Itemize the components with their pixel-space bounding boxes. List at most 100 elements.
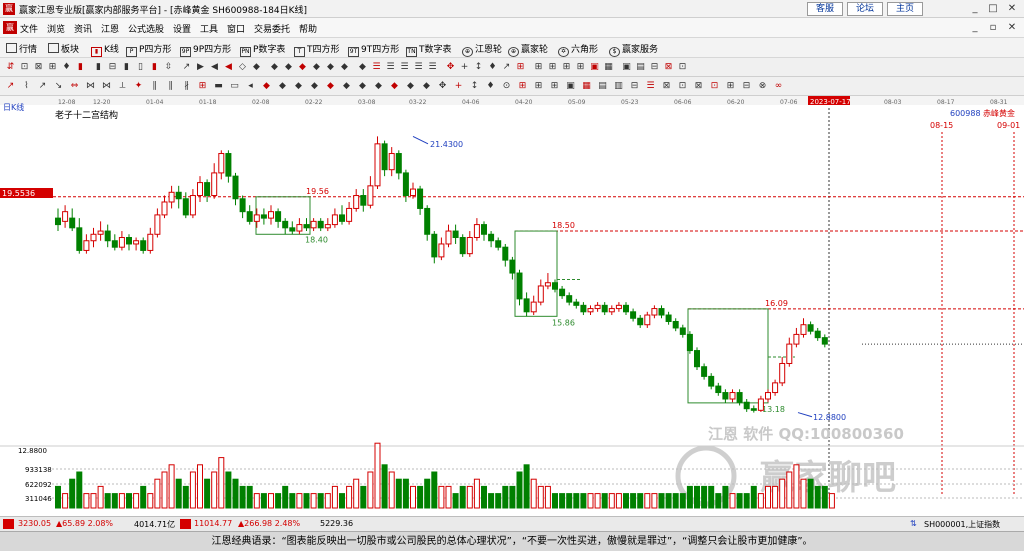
drawing-tool-icon[interactable]: ◆ xyxy=(372,80,385,93)
drawing-tool-icon[interactable]: ◆ xyxy=(356,80,369,93)
toolbar-tool-icon[interactable]: ⊠ xyxy=(662,61,675,74)
toolbar-tool-icon[interactable]: ▣ xyxy=(588,61,601,74)
drawing-tool-icon[interactable]: ⊞ xyxy=(516,80,529,93)
toolbar-tool-icon[interactable]: ◆ xyxy=(282,61,295,74)
nav-p-number-table[interactable]: PN P数字表 xyxy=(240,42,285,57)
menu-news[interactable]: 资讯 xyxy=(74,22,92,35)
toolbar-tool-icon[interactable]: ◆ xyxy=(324,61,337,74)
drawing-tool-icon[interactable]: ⇔ xyxy=(68,80,81,93)
menu-gann[interactable]: 江恩 xyxy=(101,22,119,35)
drawing-tool-icon[interactable]: ✦ xyxy=(132,80,145,93)
menu-trade[interactable]: 交易委托 xyxy=(254,22,290,35)
kline-chart-svg[interactable]: 12-08 12-20 01-04 01-18 02-08 02-22 03-08 03-22… xyxy=(0,96,1024,516)
toolbar-tool-icon[interactable]: ☰ xyxy=(412,61,425,74)
toolbar-tool-icon[interactable]: ◆ xyxy=(250,61,263,74)
toolbar-tool-icon[interactable]: ↗ xyxy=(180,61,193,74)
toolbar-tool-icon[interactable]: ◆ xyxy=(268,61,281,74)
menu-help[interactable]: 帮助 xyxy=(299,22,317,35)
drawing-tool-icon[interactable]: ↗ xyxy=(36,80,49,93)
drawing-tool-icon[interactable]: ⊞ xyxy=(724,80,737,93)
toolbar-tool-icon[interactable]: ⊞ xyxy=(546,61,559,74)
drawing-tool-icon[interactable]: ⊡ xyxy=(708,80,721,93)
drawing-tool-icon[interactable]: ⊟ xyxy=(628,80,641,93)
toolbar-tool-icon[interactable]: ▦ xyxy=(602,61,615,74)
toolbar-tool-icon[interactable]: ⊟ xyxy=(106,61,119,74)
toolbar-tool-icon[interactable]: ⊟ xyxy=(648,61,661,74)
child-minimize-icon[interactable]: _ xyxy=(966,21,984,35)
nav-kline[interactable]: ▮ K线 xyxy=(91,42,119,57)
child-close-icon[interactable]: ✕ xyxy=(1003,21,1021,35)
drawing-tool-icon[interactable]: ∞ xyxy=(772,80,785,93)
maximize-icon[interactable]: □ xyxy=(984,2,1002,16)
nav-t-square[interactable]: T T四方形 xyxy=(294,42,340,57)
toolbar-tool-icon[interactable]: ⇵ xyxy=(4,61,17,74)
toolbar-tool-icon[interactable]: ▶ xyxy=(194,61,207,74)
nav-gann-wheel[interactable]: ⊕ 江恩轮 xyxy=(462,42,502,57)
drawing-tool-icon[interactable]: ↘ xyxy=(52,80,65,93)
drawing-tool-icon[interactable]: ⊟ xyxy=(740,80,753,93)
child-restore-icon[interactable]: ▫ xyxy=(984,21,1002,35)
drawing-tool-icon[interactable]: ⊠ xyxy=(660,80,673,93)
drawing-tool-icon[interactable]: ▬ xyxy=(212,80,225,93)
menu-browse[interactable]: 浏览 xyxy=(47,22,65,35)
toolbar-tool-icon[interactable]: ☰ xyxy=(370,61,383,74)
toolbar-tool-icon[interactable]: ▣ xyxy=(620,61,633,74)
nav-sectors[interactable]: 板块 xyxy=(48,42,79,55)
nav-p-square[interactable]: P P四方形 xyxy=(126,42,171,57)
toolbar-tool-icon[interactable]: ↗ xyxy=(500,61,513,74)
drawing-tool-icon[interactable]: ⊡ xyxy=(676,80,689,93)
nav-t-number-table[interactable]: TN T数字表 xyxy=(406,42,452,57)
toolbar-tool-icon[interactable]: ▮ xyxy=(74,61,87,74)
drawing-tool-icon[interactable]: ⊞ xyxy=(548,80,561,93)
toolbar-tool-icon[interactable]: ⊡ xyxy=(18,61,31,74)
forum-button[interactable]: 论坛 xyxy=(847,2,883,16)
menu-tools[interactable]: 工具 xyxy=(200,22,218,35)
toolbar-tool-icon[interactable]: ⇳ xyxy=(162,61,175,74)
app-menu-icon[interactable]: 赢 xyxy=(3,21,17,34)
toolbar-tool-icon[interactable]: ◀ xyxy=(222,61,235,74)
index-scroll-icon[interactable]: ⇅ xyxy=(910,519,917,528)
toolbar-tool-icon[interactable]: ▤ xyxy=(634,61,647,74)
drawing-tool-icon[interactable]: ◆ xyxy=(308,80,321,93)
drawing-tool-icon[interactable]: ▤ xyxy=(596,80,609,93)
drawing-tool-icon[interactable]: ⊗ xyxy=(756,80,769,93)
toolbar-tool-icon[interactable]: ☰ xyxy=(426,61,439,74)
menu-settings[interactable]: 设置 xyxy=(173,22,191,35)
nav-9p-square[interactable]: 9P 9P四方形 xyxy=(180,42,231,57)
menu-file[interactable]: 文件 xyxy=(20,22,38,35)
toolbar-tool-icon[interactable]: ◆ xyxy=(310,61,323,74)
drawing-tool-icon[interactable]: ⟂ xyxy=(116,80,129,93)
drawing-tool-icon[interactable]: ◆ xyxy=(404,80,417,93)
toolbar-tool-icon[interactable]: ♦ xyxy=(486,61,499,74)
toolbar-tool-icon[interactable]: ♦ xyxy=(60,61,73,74)
drawing-tool-icon[interactable]: ⊙ xyxy=(500,80,513,93)
drawing-tool-icon[interactable]: ◆ xyxy=(340,80,353,93)
drawing-tool-icon[interactable]: ⋈ xyxy=(84,80,97,93)
menu-window[interactable]: 窗口 xyxy=(227,22,245,35)
toolbar-tool-icon[interactable]: ◀ xyxy=(208,61,221,74)
toolbar-tool-icon[interactable]: ◆ xyxy=(296,61,309,74)
toolbar-tool-icon[interactable]: ⊠ xyxy=(32,61,45,74)
drawing-tool-icon[interactable]: ⊠ xyxy=(692,80,705,93)
toolbar-tool-icon[interactable]: ⊡ xyxy=(676,61,689,74)
toolbar-tool-icon[interactable]: + xyxy=(458,61,471,74)
nav-quotes[interactable]: 行情 xyxy=(6,42,37,55)
nav-hexagon[interactable]: ✡ 六角形 xyxy=(558,42,598,57)
toolbar-tool-icon[interactable]: ◆ xyxy=(356,61,369,74)
customer-service-button[interactable]: 客服 xyxy=(807,2,843,16)
drawing-tool-icon[interactable]: ▥ xyxy=(612,80,625,93)
drawing-tool-icon[interactable]: ◆ xyxy=(388,80,401,93)
minimize-icon[interactable]: _ xyxy=(966,2,984,16)
drawing-tool-icon[interactable]: ↗ xyxy=(4,80,17,93)
toolbar-tool-icon[interactable]: ◆ xyxy=(338,61,351,74)
drawing-tool-icon[interactable]: ◆ xyxy=(276,80,289,93)
nav-winner-service[interactable]: $ 赢家服务 xyxy=(609,42,658,57)
drawing-tool-icon[interactable]: ∥ xyxy=(164,80,177,93)
drawing-tool-icon[interactable]: ◆ xyxy=(420,80,433,93)
kline-chart-panel[interactable]: 12-08 12-20 01-04 01-18 02-08 02-22 03-08 03-22… xyxy=(0,96,1024,516)
toolbar-tool-icon[interactable]: ⊞ xyxy=(46,61,59,74)
menu-formula-select[interactable]: 公式选股 xyxy=(128,22,164,35)
toolbar-tool-icon[interactable]: ◇ xyxy=(236,61,249,74)
drawing-tool-icon[interactable]: ⌇ xyxy=(20,80,33,93)
home-button[interactable]: 主页 xyxy=(887,2,923,16)
